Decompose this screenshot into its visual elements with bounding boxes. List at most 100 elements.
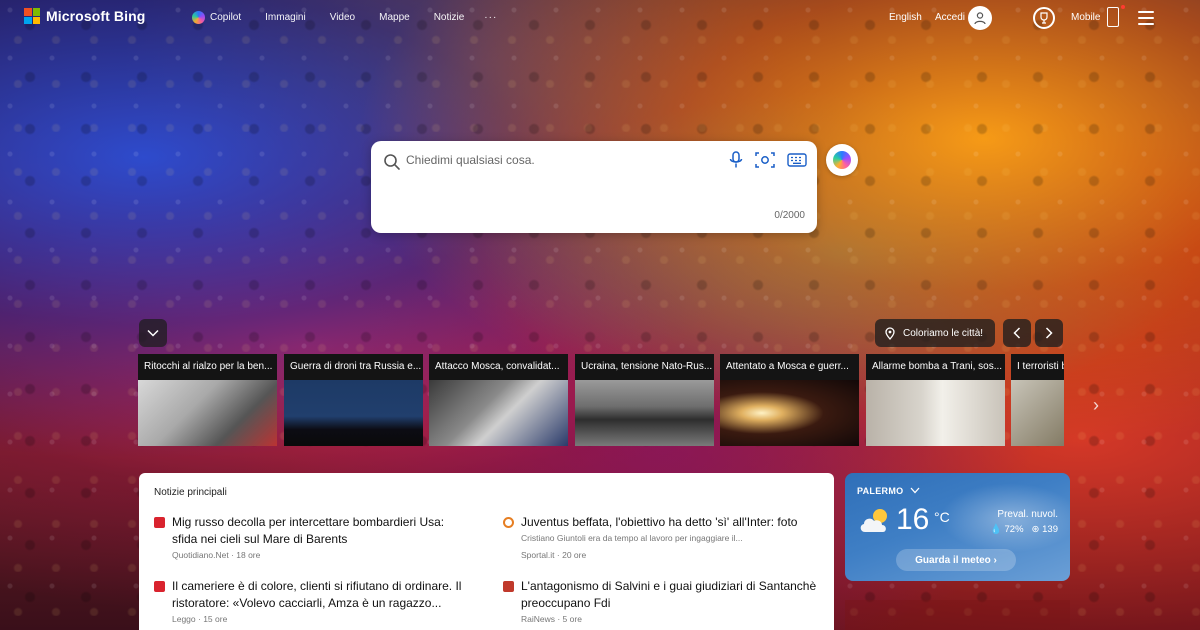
weather-unit: °C [934,509,950,525]
news-card[interactable]: Ritocchi al rialzo per la ben... [138,354,277,446]
carousel-next-icon[interactable]: › [1093,395,1099,416]
avatar[interactable] [968,6,992,30]
phone-icon[interactable] [1107,7,1119,27]
nav-maps[interactable]: Mappe [379,11,410,24]
user-icon [974,12,986,25]
news-card-title: Ritocchi al rialzo per la ben... [138,354,277,380]
signin-link[interactable]: Accedi [935,12,965,23]
weather-city-label: PALERMO [857,486,904,496]
microsoft-logo-icon [24,8,40,24]
nav-label: Mappe [379,12,410,23]
news-title: Il cameriere è di colore, clienti si rif… [172,579,462,610]
news-card[interactable]: Guerra di droni tra Russia e... [284,354,423,446]
search-input[interactable]: Chiedimi qualsiasi cosa. [406,153,535,167]
news-snippet: Cristiano Giuntoli era da tempo al lavor… [521,533,743,543]
source-logo-icon [503,517,514,528]
news-meta: Leggo · 15 ore [172,614,228,624]
news-card-title: I terroristi bloccati [1011,354,1064,380]
visual-search-icon[interactable] [755,151,775,169]
news-card-image [866,380,1005,446]
chevron-down-icon [147,329,159,337]
location-pin-icon [885,326,895,340]
news-card-title: Attentato a Mosca e guerr... [720,354,859,380]
nav-label: Notizie [433,12,465,23]
chevron-right-icon [1045,327,1053,339]
top-news-panel: Notizie principali Mig russo decolla per… [139,473,834,630]
nav-copilot[interactable]: Copilot [192,11,241,24]
weather-card[interactable]: PALERMO Preval. nuvol. 💧 72% ⊛ 139 Guard… [845,473,1070,581]
logo-text: Microsoft Bing [46,8,146,24]
trophy-icon [1040,12,1048,24]
menu-icon[interactable] [1138,11,1154,25]
weather-stats: 💧 72% ⊛ 139 [990,524,1058,535]
copilot-icon [833,151,851,169]
news-heading: Notizie principali [154,487,227,498]
aqi-value: 139 [1042,524,1058,535]
weather-temperature: 16 [896,503,930,536]
copilot-icon [192,11,205,24]
news-card-image [429,380,568,446]
partly-cloudy-icon [860,509,887,532]
mobile-link[interactable]: Mobile [1071,12,1100,23]
image-info-button[interactable]: Coloriamo le città! [875,319,996,347]
main-nav: Copilot Immagini Video Mappe Notizie ··· [192,11,521,24]
chevron-left-icon [1013,327,1021,339]
nav-video[interactable]: Video [330,11,355,24]
char-counter: 0/2000 [774,210,805,221]
promo-strip [845,600,1070,630]
image-info-label: Coloriamo le città! [903,327,984,339]
humidity: 💧 72% [990,524,1024,535]
notification-dot [1121,5,1125,9]
news-card-title: Ucraina, tensione Nato-Rus... [575,354,714,380]
news-card-image [284,380,423,446]
previous-image-button[interactable] [1003,319,1031,347]
source-logo-icon [154,581,165,592]
nav-more-button[interactable]: ··· [484,11,497,24]
news-card-image [720,380,859,446]
keyboard-icon[interactable] [787,153,807,167]
more-icon: ··· [484,12,498,23]
news-card-title: Attacco Mosca, convalidat... [429,354,568,380]
source-logo-icon [503,581,514,592]
next-image-button[interactable] [1035,319,1063,347]
source-logo-icon [154,517,165,528]
news-card-image [1011,380,1064,446]
language-toggle[interactable]: English [889,12,922,23]
news-meta: Quotidiano.Net · 18 ore [172,550,261,560]
news-title: L'antagonismo di Salvini e i guai giudiz… [521,579,817,610]
weather-description: Preval. nuvol. [997,509,1058,520]
news-meta: Sportal.it · 20 ore [521,550,587,560]
news-carousel: Ritocchi al rialzo per la ben... Guerra … [138,354,1064,446]
news-card[interactable]: Attacco Mosca, convalidat... [429,354,568,446]
news-card-image [138,380,277,446]
copilot-button[interactable] [826,144,858,176]
news-item[interactable]: Il cameriere è di colore, clienti si rif… [154,578,464,628]
news-card[interactable]: Attentato a Mosca e guerr... [720,354,859,446]
humidity-value: 72% [1004,524,1024,535]
view-weather-label: Guarda il meteo [915,554,991,566]
rewards-button[interactable] [1033,7,1055,29]
news-card[interactable]: Allarme bomba a Trani, sos... [866,354,1005,446]
news-title: Mig russo decolla per intercettare bomba… [172,515,445,546]
view-weather-button[interactable]: Guarda il meteo › [896,549,1016,571]
nav-images[interactable]: Immagini [265,11,306,24]
bing-logo[interactable]: Microsoft Bing [24,8,145,24]
news-item[interactable]: Mig russo decolla per intercettare bomba… [154,514,464,564]
search-box[interactable]: Chiedimi qualsiasi cosa. 0/2000 [371,141,817,233]
air-quality: ⊛ 139 [1031,524,1058,535]
microphone-icon[interactable] [729,151,743,169]
news-card[interactable]: Ucraina, tensione Nato-Rus... [575,354,714,446]
news-item[interactable]: Juventus beffata, l'obiettivo ha detto '… [503,514,813,564]
weather-city[interactable]: PALERMO [857,486,920,496]
nav-news[interactable]: Notizie [434,11,465,24]
nav-label: Copilot [210,12,242,23]
news-meta: RaiNews · 5 ore [521,614,582,624]
news-card-image [575,380,714,446]
nav-label: Video [329,12,356,23]
news-card[interactable]: I terroristi bloccati [1011,354,1064,446]
nav-label: Immagini [265,12,306,23]
news-item[interactable]: L'antagonismo di Salvini e i guai giudiz… [503,578,816,628]
collapse-feed-button[interactable] [139,319,167,347]
chevron-down-icon [910,487,920,494]
top-bar: Microsoft Bing Copilot Immagini Video Ma… [0,0,1200,36]
